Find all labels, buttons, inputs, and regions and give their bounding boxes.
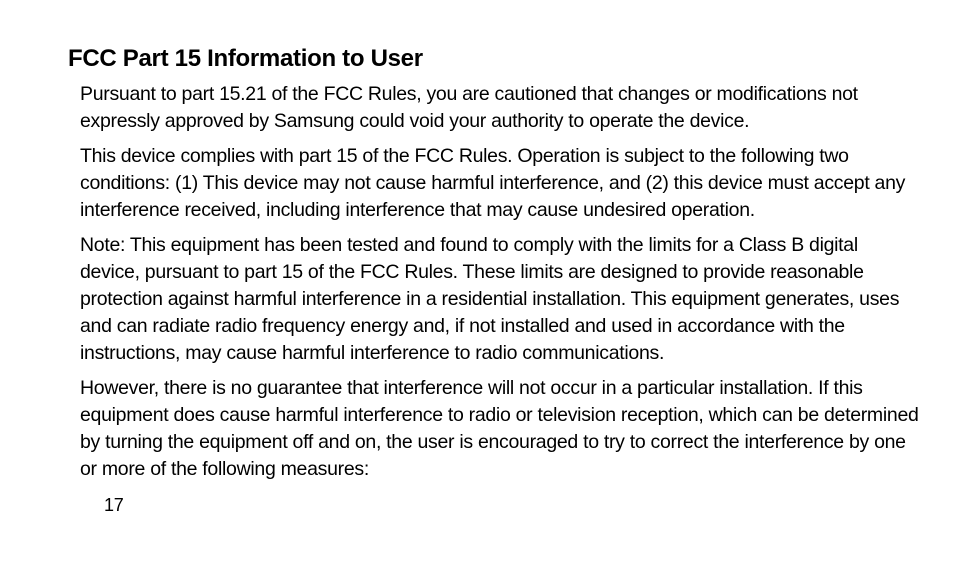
paragraph: Note: This equipment has been tested and…	[80, 232, 922, 367]
document-page: FCC Part 15 Information to User Pursuant…	[0, 0, 954, 516]
page-number: 17	[104, 495, 922, 516]
paragraph: This device complies with part 15 of the…	[80, 143, 922, 224]
paragraph: Pursuant to part 15.21 of the FCC Rules,…	[80, 81, 922, 135]
section-heading: FCC Part 15 Information to User	[68, 45, 922, 73]
paragraph: However, there is no guarantee that inte…	[80, 375, 922, 483]
